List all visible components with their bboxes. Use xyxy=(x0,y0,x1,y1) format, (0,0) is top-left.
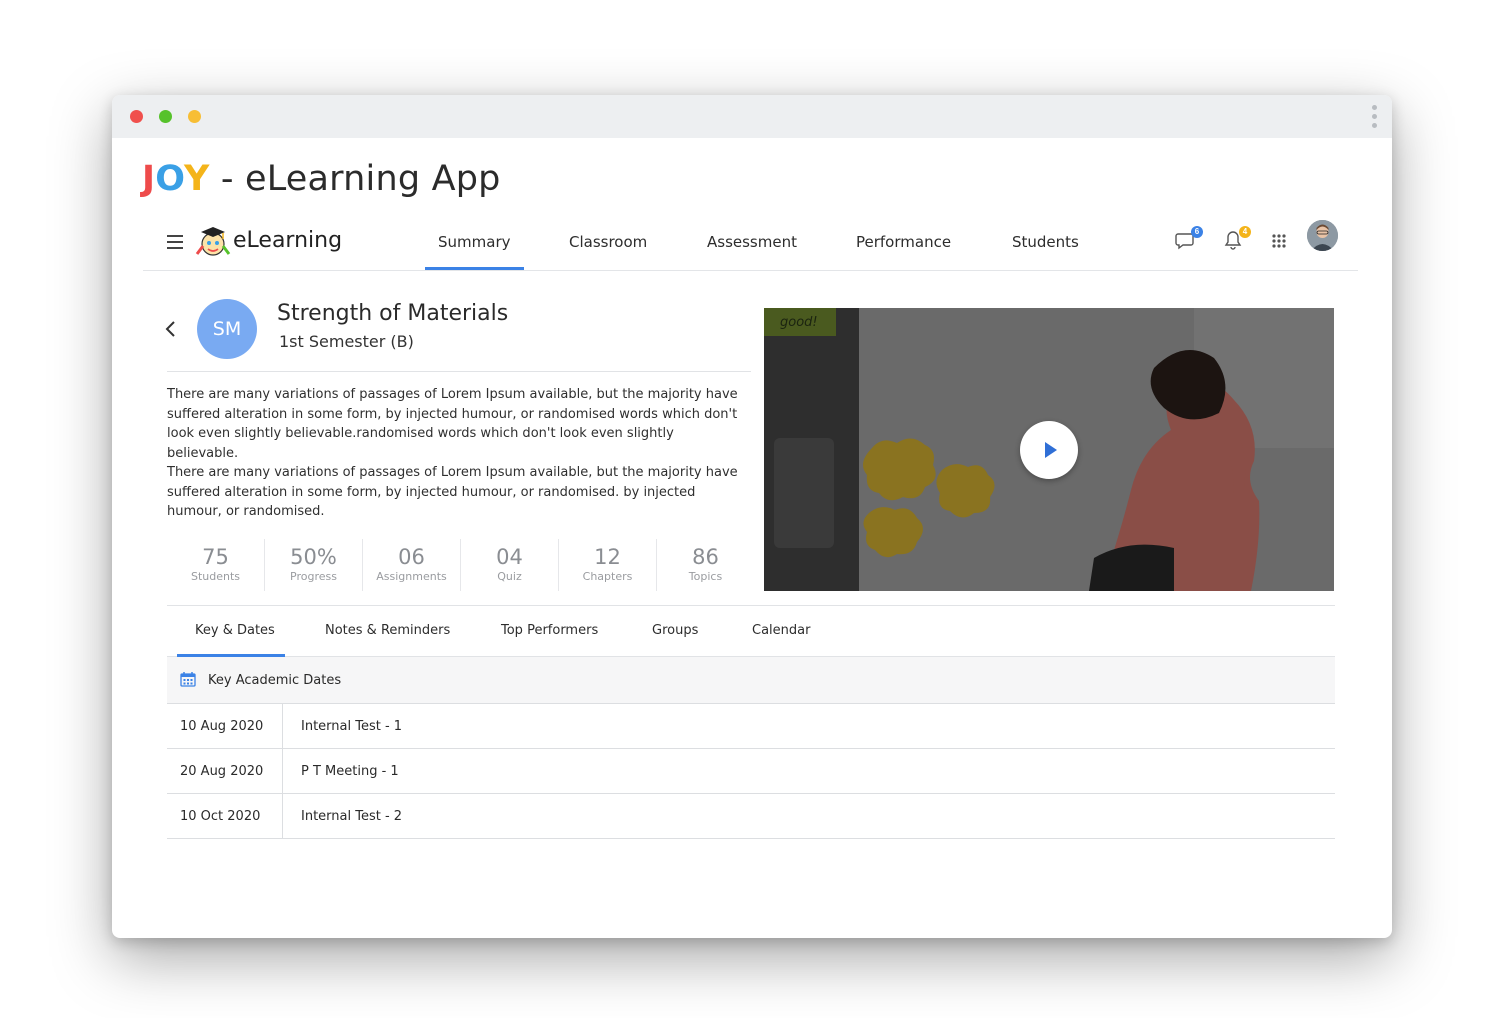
top-navbar: eLearning Summary Classroom Assessment P… xyxy=(143,213,1358,271)
user-avatar[interactable] xyxy=(1307,220,1338,251)
tab-key-dates[interactable]: Key & Dates xyxy=(177,623,285,657)
calendar-icon xyxy=(180,671,196,692)
close-window-button[interactable] xyxy=(130,110,143,123)
brand-name[interactable]: eLearning xyxy=(233,228,342,253)
column-divider xyxy=(282,794,283,838)
nav-tab-assessment[interactable]: Assessment xyxy=(707,233,797,270)
tab-groups[interactable]: Groups xyxy=(652,623,698,656)
row-date: 10 Oct 2020 xyxy=(180,809,261,824)
row-event: P T Meeting - 1 xyxy=(301,764,399,779)
stat-value: 75 xyxy=(202,545,229,569)
row-date: 10 Aug 2020 xyxy=(180,719,264,734)
window-titlebar xyxy=(112,95,1392,138)
course-stats: 75 Students 50% Progress 06 Assignments … xyxy=(167,539,757,591)
row-event: Internal Test - 1 xyxy=(301,719,403,734)
stat-topics: 86 Topics xyxy=(657,539,754,591)
key-dates-title: Key Academic Dates xyxy=(208,673,342,688)
stat-label: Topics xyxy=(688,570,723,583)
stat-value: 06 xyxy=(398,545,425,569)
chat-icon[interactable]: 6 xyxy=(1174,226,1203,253)
course-video[interactable]: good! xyxy=(764,308,1334,591)
course-description-1: There are many variations of passages of… xyxy=(167,387,738,461)
back-arrow-icon[interactable] xyxy=(165,320,177,343)
course-description-2: There are many variations of passages of… xyxy=(167,465,738,519)
nav-tab-classroom[interactable]: Classroom xyxy=(569,233,647,270)
sticky-note-text: good! xyxy=(780,315,818,330)
stat-value: 50% xyxy=(290,545,337,569)
bell-icon[interactable]: 4 xyxy=(1222,226,1251,253)
table-row[interactable]: 20 Aug 2020 P T Meeting - 1 xyxy=(167,749,1335,794)
nav-tab-performance[interactable]: Performance xyxy=(856,233,951,270)
stat-label: Quiz xyxy=(497,570,522,583)
maximize-window-button[interactable] xyxy=(188,110,201,123)
app-title-letter-j: J xyxy=(142,159,156,199)
row-event: Internal Test - 2 xyxy=(301,809,403,824)
key-dates-table: 10 Aug 2020 Internal Test - 1 20 Aug 202… xyxy=(167,704,1335,839)
table-row[interactable]: 10 Oct 2020 Internal Test - 2 xyxy=(167,794,1335,839)
brand-logo-icon xyxy=(195,224,231,258)
stat-progress: 50% Progress xyxy=(265,539,363,591)
column-divider xyxy=(282,704,283,748)
key-dates-header: Key Academic Dates xyxy=(167,657,1335,704)
stat-label: Chapters xyxy=(582,570,633,583)
play-button[interactable] xyxy=(1020,421,1078,479)
apps-grid-icon[interactable] xyxy=(1271,233,1295,257)
app-window: JOY - eLearning App eLearning Summary Cl… xyxy=(112,95,1392,938)
stat-label: Progress xyxy=(290,570,337,583)
nav-tab-summary[interactable]: Summary xyxy=(425,233,523,270)
stat-quiz: 04 Quiz xyxy=(461,539,559,591)
app-title-text: - eLearning App xyxy=(209,159,501,199)
nav-tab-students[interactable]: Students xyxy=(1012,233,1079,270)
header-divider xyxy=(167,371,751,372)
tab-calendar[interactable]: Calendar xyxy=(752,623,810,656)
app-title: JOY - eLearning App xyxy=(142,159,501,199)
course-subtitle: 1st Semester (B) xyxy=(279,332,414,351)
app-title-letter-o: O xyxy=(155,159,184,199)
window-menu-icon[interactable] xyxy=(1372,105,1378,129)
course-avatar: SM xyxy=(197,299,257,359)
table-row[interactable]: 10 Aug 2020 Internal Test - 1 xyxy=(167,704,1335,749)
course-title: Strength of Materials xyxy=(277,301,509,326)
row-date: 20 Aug 2020 xyxy=(180,764,264,779)
notification-badge: 4 xyxy=(1239,226,1251,238)
stat-chapters: 12 Chapters xyxy=(559,539,657,591)
stat-value: 12 xyxy=(594,545,621,569)
chat-badge: 6 xyxy=(1191,226,1203,238)
stat-assignments: 06 Assignments xyxy=(363,539,461,591)
stat-students: 75 Students xyxy=(167,539,265,591)
tab-notes-reminders[interactable]: Notes & Reminders xyxy=(325,623,450,656)
stat-label: Students xyxy=(190,570,241,583)
minimize-window-button[interactable] xyxy=(159,110,172,123)
stat-label: Assignments xyxy=(376,570,447,583)
detail-tabs: Key & Dates Notes & Reminders Top Perfor… xyxy=(167,606,1335,657)
stat-value: 86 xyxy=(692,545,719,569)
app-title-letter-y: Y xyxy=(183,159,210,199)
column-divider xyxy=(282,749,283,793)
hamburger-menu-icon[interactable] xyxy=(167,235,183,253)
tab-top-performers[interactable]: Top Performers xyxy=(501,623,598,656)
stat-value: 04 xyxy=(496,545,523,569)
